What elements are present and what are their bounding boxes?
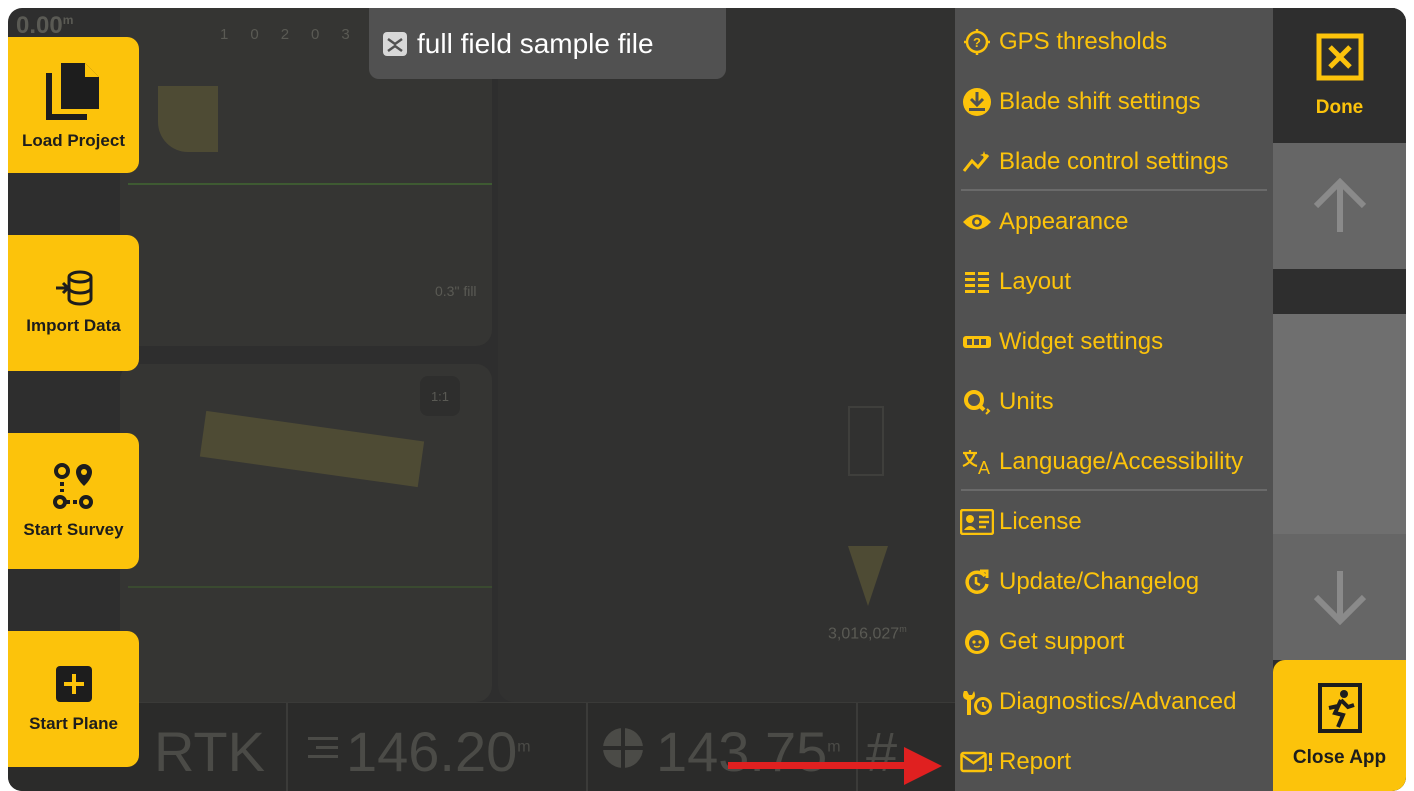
menu-item-label: Blade shift settings: [999, 88, 1201, 115]
menu-item-widget-settings[interactable]: Widget settings: [955, 312, 1273, 372]
widget-bar-icon: [959, 327, 995, 357]
level-gauge: [848, 406, 884, 476]
menu-item-layout[interactable]: Layout: [955, 252, 1273, 312]
load-project-label: Load Project: [22, 131, 125, 150]
grade-line: [128, 183, 492, 185]
done-button[interactable]: Done: [1273, 8, 1406, 143]
app-window: 102030 0.3" fill 0.00m 1:1 3,016,027m: [8, 8, 1406, 791]
scroll-down-button[interactable]: [1273, 534, 1406, 660]
menu-item-report[interactable]: Report: [955, 732, 1273, 791]
menu-item-units[interactable]: Units: [955, 372, 1273, 432]
mail-alert-icon: [959, 747, 995, 777]
plan-panel: 1:1: [120, 364, 492, 702]
menu-item-appearance[interactable]: Appearance: [955, 192, 1273, 252]
copy-files-icon: [45, 63, 99, 120]
menu-item-update-changelog[interactable]: Update/Changelog: [955, 552, 1273, 612]
update-icon: [959, 567, 995, 597]
done-label: Done: [1315, 96, 1364, 118]
annotation-arrow: [728, 747, 942, 785]
cross-section-shape: [158, 86, 218, 152]
map-panel: 3,016,027m: [498, 8, 968, 702]
scroll-up-button[interactable]: [1273, 143, 1406, 269]
close-app-label: Close App: [1292, 746, 1387, 768]
collapse-icon: [383, 31, 407, 56]
elevation-readout: 0.00m: [16, 12, 74, 39]
menu-item-label: Widget settings: [999, 328, 1164, 355]
menu-item-blade-shift-settings[interactable]: Blade shift settings: [955, 72, 1273, 132]
id-card-icon: [959, 507, 995, 537]
menu-item-label: Appearance: [999, 208, 1129, 235]
menu-item-label: Units: [999, 388, 1054, 415]
support-face-icon: [959, 627, 995, 657]
menu-item-diagnostics-advanced[interactable]: Diagnostics/Advanced: [955, 672, 1273, 732]
start-survey-label: Start Survey: [23, 520, 124, 539]
target-icon: [603, 728, 643, 768]
project-title-bar[interactable]: full field sample file: [369, 8, 726, 79]
scale-badge: 1:1: [420, 376, 460, 416]
project-title: full field sample file: [417, 27, 654, 59]
heading-arrow-icon: [848, 546, 888, 606]
elevation-icon: [308, 737, 338, 758]
menu-item-blade-control-settings[interactable]: Blade control settings: [955, 132, 1273, 192]
value-1: 146.20m: [346, 720, 531, 783]
svg-text:A: A: [978, 458, 990, 476]
menu-item-license[interactable]: License: [955, 492, 1273, 552]
menu-item-gps-thresholds[interactable]: ? GPS thresholds: [955, 12, 1273, 72]
plane-strip: [199, 410, 425, 488]
arrow-down-icon: [1313, 571, 1366, 625]
wrench-clock-icon: [959, 687, 995, 717]
load-project-button[interactable]: Load Project: [8, 37, 139, 173]
database-import-icon: [55, 270, 92, 306]
menu-item-label: License: [999, 508, 1082, 535]
right-column: Done Close App: [1273, 8, 1406, 791]
menu-item-label: Diagnostics/Advanced: [999, 688, 1237, 715]
exit-door-icon: [1317, 682, 1362, 733]
menu-item-label: Update/Changelog: [999, 568, 1200, 595]
gps-question-icon: ?: [959, 27, 995, 57]
menu-item-label: Get support: [999, 628, 1125, 655]
menu-item-label: GPS thresholds: [999, 28, 1168, 55]
arrow-up-icon: [1313, 178, 1366, 232]
import-data-button[interactable]: Import Data: [8, 235, 139, 371]
start-plane-button[interactable]: Start Plane: [8, 631, 139, 767]
sparkline-icon: [959, 147, 995, 177]
scroll-thumb[interactable]: [1273, 314, 1406, 534]
menu-separator: [961, 489, 1267, 491]
close-box-icon: [1316, 33, 1363, 80]
grade-line-2: [128, 586, 492, 588]
eye-icon: [959, 207, 995, 237]
blade-shift-icon: [959, 87, 995, 117]
menu-item-label: Report: [999, 748, 1072, 775]
menu-item-label: Blade control settings: [999, 148, 1229, 175]
northing-readout: 3,016,027m: [828, 624, 907, 643]
start-survey-button[interactable]: Start Survey: [8, 433, 139, 569]
close-app-button[interactable]: Close App: [1273, 660, 1406, 791]
translate-icon: A: [959, 447, 995, 477]
route-pins-icon: [52, 463, 93, 509]
import-data-label: Import Data: [26, 316, 121, 335]
menu-item-label: Layout: [999, 268, 1072, 295]
svg-text:?: ?: [973, 35, 981, 50]
menu-item-get-support[interactable]: Get support: [955, 612, 1273, 672]
units-search-icon: [959, 387, 995, 417]
fill-readout: 0.3" fill: [435, 283, 477, 299]
settings-menu: ? GPS thresholds Blade shift settings Bl…: [955, 8, 1273, 791]
start-plane-label: Start Plane: [29, 714, 118, 733]
menu-item-label: Language/Accessibility: [999, 448, 1244, 475]
rtk-status: RTK: [154, 720, 265, 783]
menu-separator: [961, 189, 1267, 191]
menu-item-language-accessibility[interactable]: A Language/Accessibility: [955, 432, 1273, 492]
plus-square-icon: [55, 666, 92, 702]
layout-list-icon: [959, 267, 995, 297]
